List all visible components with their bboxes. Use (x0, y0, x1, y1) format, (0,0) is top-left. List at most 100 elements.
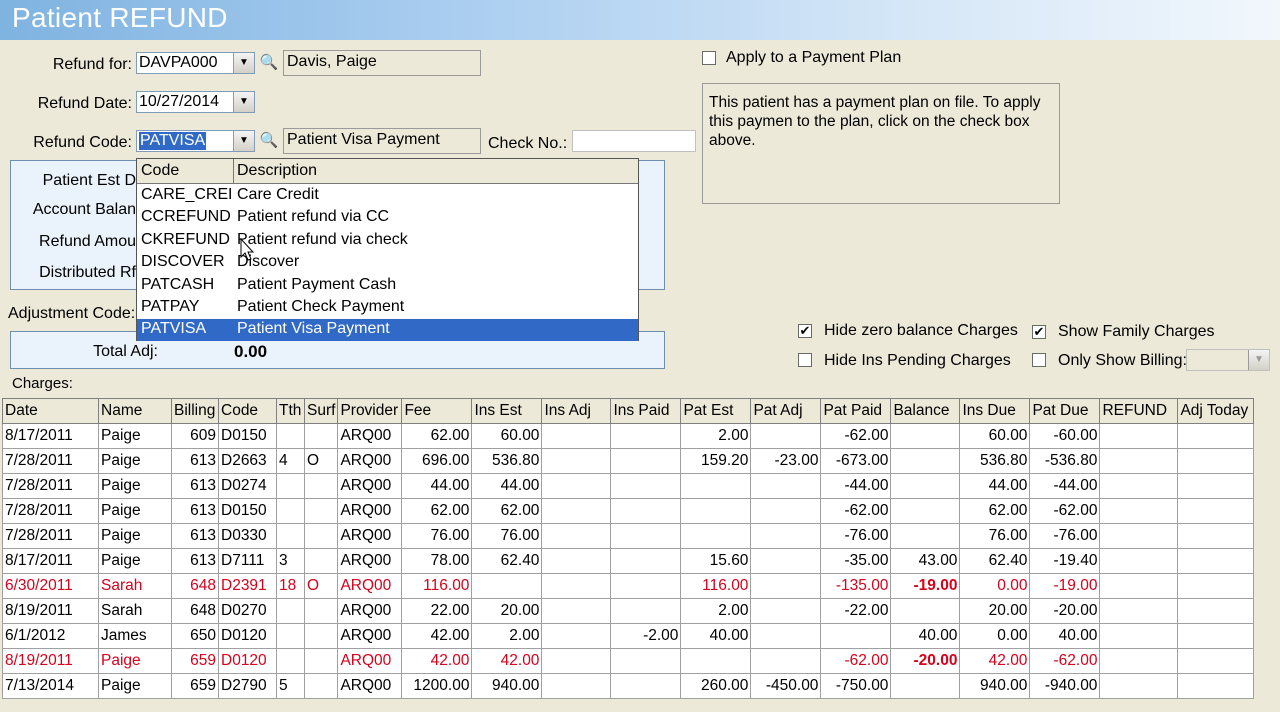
table-cell[interactable] (890, 423, 961, 449)
table-cell[interactable]: O (303, 448, 339, 474)
table-cell[interactable]: Paige (98, 523, 172, 549)
table-cell[interactable]: 613 (171, 548, 219, 574)
table-cell[interactable]: 62.00 (401, 498, 473, 524)
table-cell[interactable] (610, 523, 682, 549)
table-cell[interactable] (541, 498, 612, 524)
table-cell[interactable] (890, 498, 961, 524)
table-cell[interactable]: 44.00 (959, 473, 1031, 499)
table-cell[interactable]: 0.00 (959, 623, 1031, 649)
table-cell[interactable] (750, 523, 822, 549)
table-cell[interactable] (750, 573, 822, 599)
table-cell[interactable] (890, 523, 961, 549)
column-header[interactable]: Name (98, 398, 172, 424)
column-header[interactable]: Balance (890, 398, 961, 424)
table-cell[interactable] (276, 648, 305, 674)
table-cell[interactable] (276, 523, 305, 549)
table-cell[interactable]: 116.00 (401, 573, 473, 599)
table-cell[interactable] (276, 498, 305, 524)
table-cell[interactable] (680, 523, 752, 549)
table-cell[interactable] (1099, 598, 1179, 624)
table-cell[interactable]: Paige (98, 648, 172, 674)
table-cell[interactable] (541, 598, 612, 624)
table-cell[interactable]: ARQ00 (337, 673, 403, 699)
refund-date-combo[interactable]: 10/27/2014 ▼ (136, 91, 255, 113)
table-cell[interactable]: 648 (171, 598, 219, 624)
table-cell[interactable] (1099, 523, 1179, 549)
table-cell[interactable]: 7/28/2011 (2, 448, 99, 474)
table-cell[interactable]: -940.00 (1029, 673, 1101, 699)
table-cell[interactable]: 44.00 (401, 473, 473, 499)
table-row[interactable]: 6/30/2011 Sarah 648 D2391 18 O ARQ00 116.00 116.… (2, 573, 1255, 599)
refund-code-dropdown[interactable]: Code Description CARE_CREDITCare CreditC… (136, 158, 639, 342)
table-cell[interactable] (1099, 673, 1179, 699)
table-cell[interactable] (1177, 448, 1255, 474)
table-cell[interactable] (610, 573, 682, 599)
table-cell[interactable]: Paige (98, 673, 172, 699)
table-cell[interactable]: 20.00 (471, 598, 543, 624)
table-cell[interactable] (541, 573, 612, 599)
table-row[interactable]: 8/17/2011 Paige 613 D7111 3 ARQ00 78.00 62.40 15… (2, 548, 1255, 574)
table-cell[interactable]: 940.00 (959, 673, 1031, 699)
table-cell[interactable] (541, 448, 612, 474)
table-cell[interactable]: Sarah (98, 573, 172, 599)
column-header[interactable]: Fee (401, 398, 473, 424)
table-cell[interactable] (680, 648, 752, 674)
table-cell[interactable] (680, 498, 752, 524)
table-cell[interactable]: -76.00 (1029, 523, 1101, 549)
dropdown-option[interactable]: CKREFUND Patient refund via check (137, 230, 638, 252)
table-cell[interactable]: 659 (171, 673, 219, 699)
table-cell[interactable]: D2391 (218, 573, 277, 599)
table-cell[interactable]: 2.00 (680, 598, 752, 624)
table-cell[interactable]: 40.00 (680, 623, 752, 649)
table-cell[interactable] (303, 473, 339, 499)
table-cell[interactable]: -23.00 (750, 448, 822, 474)
table-cell[interactable] (750, 648, 822, 674)
table-cell[interactable]: -62.00 (1029, 648, 1101, 674)
table-cell[interactable] (303, 548, 339, 574)
only-billing-checkbox[interactable] (1032, 353, 1046, 367)
table-cell[interactable] (610, 498, 682, 524)
table-cell[interactable] (1099, 423, 1179, 449)
table-cell[interactable]: O (303, 573, 339, 599)
table-cell[interactable]: -750.00 (820, 673, 892, 699)
table-row[interactable]: 7/28/2011 Paige 613 D2663 4 O ARQ00 696.00 536.8… (2, 448, 1255, 474)
chevron-down-icon[interactable]: ▼ (233, 92, 254, 112)
table-cell[interactable] (303, 523, 339, 549)
column-header[interactable]: Provider (337, 398, 403, 424)
table-cell[interactable]: 609 (171, 423, 219, 449)
table-cell[interactable] (303, 623, 339, 649)
table-cell[interactable]: 650 (171, 623, 219, 649)
column-header[interactable]: Pat Est (680, 398, 752, 424)
table-cell[interactable]: D2663 (218, 448, 277, 474)
table-cell[interactable]: 22.00 (401, 598, 473, 624)
table-cell[interactable]: 159.20 (680, 448, 752, 474)
table-cell[interactable]: 42.00 (401, 648, 473, 674)
table-cell[interactable] (1177, 423, 1255, 449)
search-icon[interactable]: 🔍 (258, 52, 280, 74)
table-cell[interactable]: 3 (276, 548, 305, 574)
table-cell[interactable]: 7/13/2014 (2, 673, 99, 699)
table-cell[interactable]: 648 (171, 573, 219, 599)
table-cell[interactable]: -62.00 (1029, 498, 1101, 524)
table-cell[interactable] (1177, 598, 1255, 624)
table-cell[interactable]: 696.00 (401, 448, 473, 474)
table-cell[interactable] (471, 573, 543, 599)
table-cell[interactable]: 260.00 (680, 673, 752, 699)
column-header[interactable]: Date (2, 398, 99, 424)
table-cell[interactable]: D7111 (218, 548, 277, 574)
table-cell[interactable]: -536.80 (1029, 448, 1101, 474)
column-header[interactable]: Pat Adj (750, 398, 822, 424)
table-cell[interactable]: -20.00 (1029, 598, 1101, 624)
table-cell[interactable]: Paige (98, 498, 172, 524)
table-cell[interactable]: 536.80 (959, 448, 1031, 474)
table-cell[interactable] (303, 598, 339, 624)
table-cell[interactable] (890, 473, 961, 499)
table-row[interactable]: 8/19/2011 Sarah 648 D0270 ARQ00 22.00 20.00 2.0… (2, 598, 1255, 624)
table-cell[interactable]: ARQ00 (337, 498, 403, 524)
table-cell[interactable] (1177, 523, 1255, 549)
table-cell[interactable]: ARQ00 (337, 598, 403, 624)
column-header[interactable]: Pat Paid (820, 398, 892, 424)
table-cell[interactable] (750, 548, 822, 574)
table-cell[interactable] (610, 473, 682, 499)
table-cell[interactable]: 1200.00 (401, 673, 473, 699)
